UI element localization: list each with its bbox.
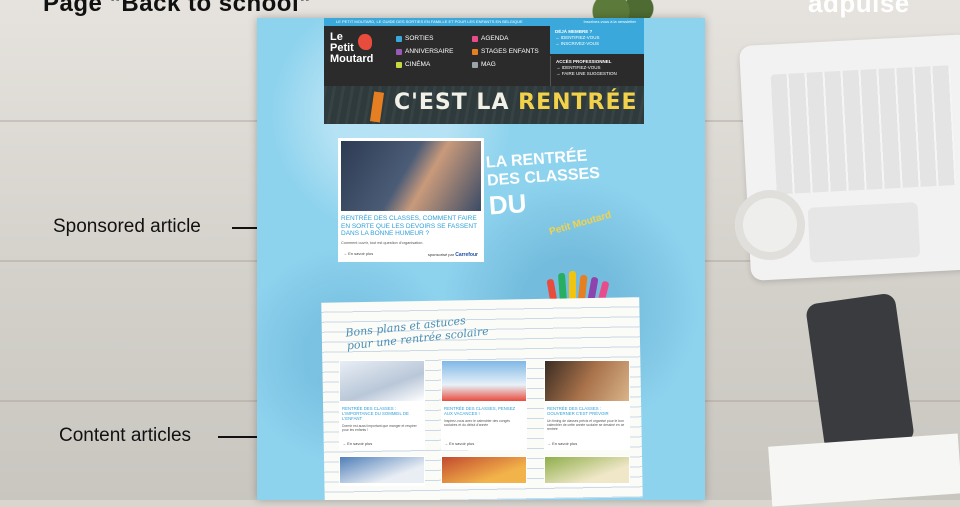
article-title[interactable]: RENTRÉE DES CLASSES : L'IMPORTANCE DU SO… xyxy=(339,402,425,421)
rentree-banner: C'EST LA RENTRÉE xyxy=(324,86,644,124)
carrefour-logo: Carrefour xyxy=(455,252,478,258)
notebook-headline: Bons plans et astuces pour une rentrée s… xyxy=(344,314,490,353)
newsletter-link[interactable]: Inscrivez-vous à la newsletter xyxy=(584,18,636,26)
candle-icon xyxy=(396,48,402,55)
content-article-card[interactable]: RENTRÉE DES CLASSES : GOUVERNER C'EST PR… xyxy=(544,360,630,450)
article-excerpt: Inspirez-vous avec le calendrier des con… xyxy=(444,419,510,427)
site-topbar: LE PETIT MOUTARD, LE GUIDE DES SORTIES E… xyxy=(324,18,644,26)
nav-item-cinema[interactable]: CINÉMA xyxy=(396,61,430,68)
phone-image xyxy=(804,292,916,454)
sponsored-article-title[interactable]: RENTRÉE DES CLASSES, COMMENT FAIRE EN SO… xyxy=(341,215,481,238)
member-register-link[interactable]: → INSCRIVEZ-VOUS xyxy=(555,41,639,47)
bird-icon xyxy=(358,34,372,50)
popcorn-icon xyxy=(396,61,402,68)
sponsored-article-annotation: Sponsored article xyxy=(53,216,201,237)
pencil-icon xyxy=(369,91,385,123)
content-article-card[interactable]: RENTRÉE DES CLASSES, PENSEZ AUX VACANCES… xyxy=(441,360,527,450)
banner-title: C'EST LA RENTRÉE xyxy=(394,90,638,115)
building-icon xyxy=(396,35,402,42)
pro-suggest-link[interactable]: → FAIRE UNE SUGGESTION xyxy=(556,71,639,77)
member-box: DÉJÀ MEMBRE ? → IDENTIFIEZ-VOUS → INSCRI… xyxy=(550,26,644,54)
sponsored-article-image xyxy=(341,141,481,211)
nav-item-agenda[interactable]: AGENDA xyxy=(472,35,508,42)
article-title[interactable]: RENTRÉE DES CLASSES, PENSEZ AUX VACANCES… xyxy=(441,402,527,416)
content-article-card[interactable] xyxy=(544,456,630,486)
calendar-icon xyxy=(472,35,478,42)
pencil-icon xyxy=(472,48,478,55)
pro-box: ACCÈS PROFESSIONNEL → IDENTIFIEZ-VOUS → … xyxy=(550,56,644,86)
content-article-card[interactable] xyxy=(339,456,425,486)
slide-title: Page "Back to school" xyxy=(43,0,311,17)
article-title[interactable]: RENTRÉE DES CLASSES : GOUVERNER C'EST PR… xyxy=(544,402,630,416)
cup-image xyxy=(735,190,805,260)
site-logo[interactable]: Le Petit Moutard xyxy=(330,32,382,76)
article-image xyxy=(340,457,424,483)
article-image xyxy=(545,457,629,483)
website-page-mockup: LE PETIT MOUTARD, LE GUIDE DES SORTIES E… xyxy=(257,18,705,500)
rentree-chalk-title: LA RENTRÉE DES CLASSES DU Petit Moutard xyxy=(485,147,613,238)
article-read-more-link[interactable]: → En savoir plus xyxy=(444,441,474,446)
content-articles-annotation: Content articles xyxy=(59,425,192,446)
brand-logo: adpulse xyxy=(808,0,910,18)
article-image xyxy=(340,361,424,401)
nav-item-anniversaire[interactable]: ANNIVERSAIRE xyxy=(396,48,453,55)
topbar-text: LE PETIT MOUTARD, LE GUIDE DES SORTIES E… xyxy=(336,19,523,24)
sponsored-article-excerpt: Comment ouvrir, tout est question d'orga… xyxy=(341,240,424,245)
article-image xyxy=(545,361,629,401)
article-image xyxy=(442,457,526,483)
content-article-card[interactable]: RENTRÉE DES CLASSES : L'IMPORTANCE DU SO… xyxy=(339,360,425,450)
article-excerpt: Dormir est aussi important que manger et… xyxy=(342,424,417,432)
book-icon xyxy=(472,61,478,68)
nav-item-sorties[interactable]: SORTIES xyxy=(396,35,433,42)
article-read-more-link[interactable]: → En savoir plus xyxy=(547,441,577,446)
site-header: Le Petit Moutard SORTIES AGENDA ANNIVERS… xyxy=(324,26,644,86)
article-image xyxy=(442,361,526,401)
nav-item-stages[interactable]: STAGES ENFANTS xyxy=(472,48,539,55)
article-excerpt: Un timing de classes précis et organisé … xyxy=(547,419,625,431)
nav-item-mag[interactable]: MAG xyxy=(472,61,496,68)
sponsored-read-more-link[interactable]: → En savoir plus xyxy=(343,251,373,256)
sponsor-label: sponsorisé par Carrefour xyxy=(427,252,478,258)
paper-image xyxy=(768,433,960,507)
article-read-more-link[interactable]: → En savoir plus xyxy=(342,441,372,446)
sponsored-article-card[interactable]: RENTRÉE DES CLASSES, COMMENT FAIRE EN SO… xyxy=(338,138,484,262)
content-article-card[interactable] xyxy=(441,456,527,486)
